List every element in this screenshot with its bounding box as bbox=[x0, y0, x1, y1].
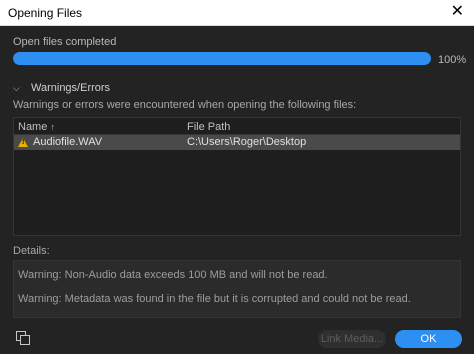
warning-icon bbox=[18, 137, 28, 147]
warnings-description: Warnings or errors were encountered when… bbox=[13, 99, 357, 111]
window-title: Opening Files bbox=[8, 6, 83, 20]
warnings-section-title: Warnings/Errors bbox=[31, 82, 111, 94]
chevron-down-icon: ⌵ bbox=[13, 82, 20, 93]
copy-icon[interactable] bbox=[16, 331, 30, 345]
row-name-cell: Audiofile.WAV bbox=[18, 136, 102, 148]
sort-ascending-icon: ↑ bbox=[50, 122, 55, 132]
column-header-name-label: Name bbox=[18, 121, 48, 133]
details-line: Warning: Metadata was found in the file … bbox=[18, 293, 411, 305]
warnings-section-toggle[interactable]: ⌵ Warnings/Errors bbox=[13, 82, 110, 94]
copy-icon-front bbox=[20, 335, 30, 345]
table-header: Name ↑ File Path bbox=[14, 118, 460, 135]
table-row[interactable]: Audiofile.WAV C:\Users\Roger\Desktop bbox=[14, 135, 460, 150]
files-table: Name↑ File Path Audiofile.WAV C:\Users\R… bbox=[13, 117, 461, 236]
progress-percent: 100% bbox=[438, 54, 467, 66]
status-text: Open files completed bbox=[13, 36, 117, 48]
close-icon[interactable]: ✕ bbox=[451, 4, 464, 20]
link-media-button[interactable]: Link Media... bbox=[318, 330, 386, 348]
progress-bar-fill bbox=[13, 52, 431, 65]
details-box: Warning: Non-Audio data exceeds 100 MB a… bbox=[13, 260, 461, 318]
details-label: Details: bbox=[13, 245, 50, 257]
row-file-path: C:\Users\Roger\Desktop bbox=[187, 136, 307, 148]
column-header-name[interactable]: Name ↑ bbox=[18, 121, 55, 133]
ok-button[interactable]: OK bbox=[395, 330, 462, 348]
column-header-file-path[interactable]: File Path bbox=[187, 121, 230, 133]
progress-bar bbox=[13, 52, 431, 65]
title-bar: Opening Files ✕ bbox=[0, 0, 474, 26]
details-line: Warning: Non-Audio data exceeds 100 MB a… bbox=[18, 269, 328, 281]
row-file-name: Audiofile.WAV bbox=[33, 136, 103, 148]
